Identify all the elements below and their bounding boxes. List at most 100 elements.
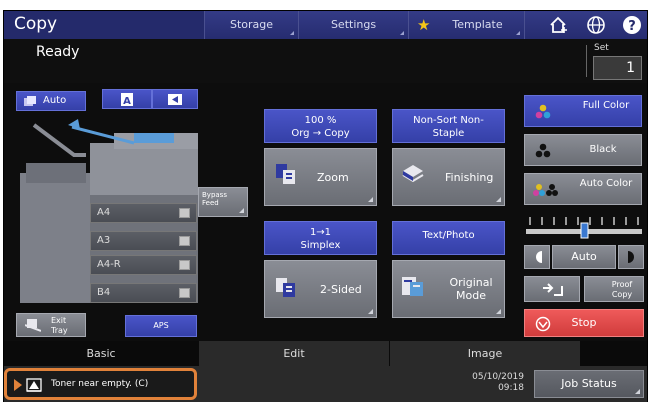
tray-a3[interactable]: A3	[90, 231, 197, 251]
stop-button[interactable]: Stop	[524, 309, 644, 337]
black-button[interactable]: Black	[524, 134, 642, 166]
auto-paper-label: Auto	[43, 95, 67, 106]
orientation-portrait-button[interactable]: A	[102, 89, 152, 109]
message-box[interactable]: Toner near empty. (C)	[4, 368, 197, 400]
finishing-mode-display[interactable]: Non-Sort Non-Staple	[392, 109, 505, 143]
globe-icon[interactable]	[586, 15, 606, 35]
two-sided-icon	[276, 278, 295, 297]
interrupt-icon	[543, 283, 563, 296]
zoom-button[interactable]: Zoom	[264, 148, 377, 206]
orientation-landscape-button[interactable]	[152, 89, 198, 109]
aps-label: APS	[153, 321, 169, 330]
auto-color-icon	[533, 184, 558, 196]
lighter-icon	[536, 251, 542, 263]
bypass-feed-button[interactable]: Bypass Feed	[198, 187, 248, 217]
tab-settings[interactable]: Settings	[298, 11, 408, 39]
machine-status: Ready	[36, 44, 80, 60]
tray-label: A4-R	[97, 259, 121, 270]
black-label: Black	[589, 144, 617, 155]
main-panel: Auto A A4 A3 A4-R B4 Bypass Feed Exit Tr…	[4, 83, 647, 341]
star-icon: ★	[417, 16, 431, 34]
finishing-button[interactable]: Finishing	[392, 148, 505, 206]
auto-color-label: Auto Color	[579, 178, 633, 189]
copier-screen: Copy Storage Settings ★ Template ? Ready…	[3, 10, 648, 402]
footer: Toner near empty. (C) 05/10/2019 09:18 J…	[4, 366, 647, 402]
corner-mark	[290, 31, 294, 35]
tray-icon	[179, 208, 190, 218]
home-add-icon[interactable]	[549, 15, 569, 35]
svg-text:?: ?	[628, 19, 636, 34]
full-color-button[interactable]: Full Color	[524, 95, 642, 127]
auto-color-button[interactable]: Auto Color	[524, 173, 642, 205]
finishing-label: Finishing	[445, 171, 494, 184]
density-slider[interactable]	[524, 213, 644, 239]
stop-label: Stop	[571, 316, 597, 329]
paper-stack-icon	[24, 96, 36, 106]
landscape-a-icon	[168, 94, 182, 105]
top-bar: Copy Storage Settings ★ Template ?	[4, 11, 647, 39]
warning-icon	[14, 378, 42, 392]
exit-tray-label: Exit Tray	[51, 316, 68, 335]
tab-settings-label: Settings	[330, 18, 377, 31]
status-row: Ready Set 1	[4, 39, 647, 83]
tab-template-label: Template	[452, 18, 503, 31]
original-mode-button[interactable]: Original Mode	[392, 260, 505, 318]
proof-copy-label: Proof Copy	[611, 280, 633, 299]
darker-button[interactable]	[618, 245, 644, 269]
tray-a4-r[interactable]: A4-R	[90, 255, 197, 275]
date: 05/10/2019	[472, 372, 524, 382]
status-message: Toner near empty. (C)	[51, 379, 149, 389]
help-icon[interactable]: ?	[622, 15, 642, 35]
tab-storage[interactable]: Storage	[204, 11, 298, 39]
exit-tray-button[interactable]: Exit Tray	[16, 313, 86, 337]
corner-mark	[496, 309, 501, 314]
corner-mark	[368, 309, 373, 314]
tab-basic-label: Basic	[86, 347, 116, 360]
interrupt-button[interactable]	[524, 276, 580, 302]
portrait-a-icon: A	[121, 93, 133, 106]
set-count-field[interactable]: 1	[593, 56, 642, 80]
stop-icon	[535, 316, 551, 332]
finishing-icon	[402, 165, 424, 183]
tray-a4[interactable]: A4	[90, 203, 197, 223]
tray-icon	[179, 236, 190, 246]
zoom-ratio-display[interactable]: 100 % Org → Copy	[264, 109, 377, 143]
job-status-button[interactable]: Job Status	[534, 370, 644, 398]
darker-icon	[628, 251, 634, 263]
tray-icon	[179, 288, 190, 298]
tab-basic[interactable]: Basic	[4, 341, 198, 366]
original-mode-display[interactable]: Text/Photo	[392, 221, 505, 255]
time: 09:18	[498, 383, 524, 393]
lighter-button[interactable]	[524, 245, 550, 269]
tray-label: B4	[97, 287, 111, 298]
auto-paper-button[interactable]: Auto	[16, 91, 86, 111]
two-sided-button[interactable]: 2-Sided	[264, 260, 377, 318]
tab-template[interactable]: ★ Template	[408, 11, 524, 39]
sided-mode: 1→1 Simplex	[300, 227, 341, 251]
function-tabs: Basic Edit Image	[4, 341, 647, 366]
tab-edit[interactable]: Edit	[199, 341, 389, 366]
corner-mark	[400, 31, 404, 35]
tab-image-label: Image	[467, 347, 503, 360]
tab-image[interactable]: Image	[390, 341, 580, 366]
finishing-mode: Non-Sort Non-Staple	[413, 115, 484, 139]
corner-mark	[635, 389, 640, 394]
sided-mode-display[interactable]: 1→1 Simplex	[264, 221, 377, 255]
svg-text:A: A	[123, 96, 131, 106]
tray-b4[interactable]: B4	[90, 283, 197, 303]
zoom-org-copy: Org → Copy	[291, 128, 350, 139]
full-color-label: Full Color	[582, 100, 630, 111]
density-auto-label: Auto	[571, 250, 597, 263]
original-mode-icon	[402, 277, 423, 296]
exit-tray-icon	[25, 319, 41, 332]
zoom-label: Zoom	[317, 171, 349, 184]
aps-button[interactable]: APS	[125, 315, 197, 337]
full-color-icon	[535, 104, 551, 119]
tab-edit-label: Edit	[283, 347, 305, 360]
tray-icon	[179, 260, 190, 270]
two-sided-label: 2-Sided	[320, 283, 362, 296]
job-status-label: Job Status	[561, 377, 617, 390]
tab-storage-label: Storage	[229, 18, 274, 31]
density-auto-button[interactable]: Auto	[552, 245, 616, 269]
proof-copy-button[interactable]: Proof Copy	[584, 276, 644, 302]
